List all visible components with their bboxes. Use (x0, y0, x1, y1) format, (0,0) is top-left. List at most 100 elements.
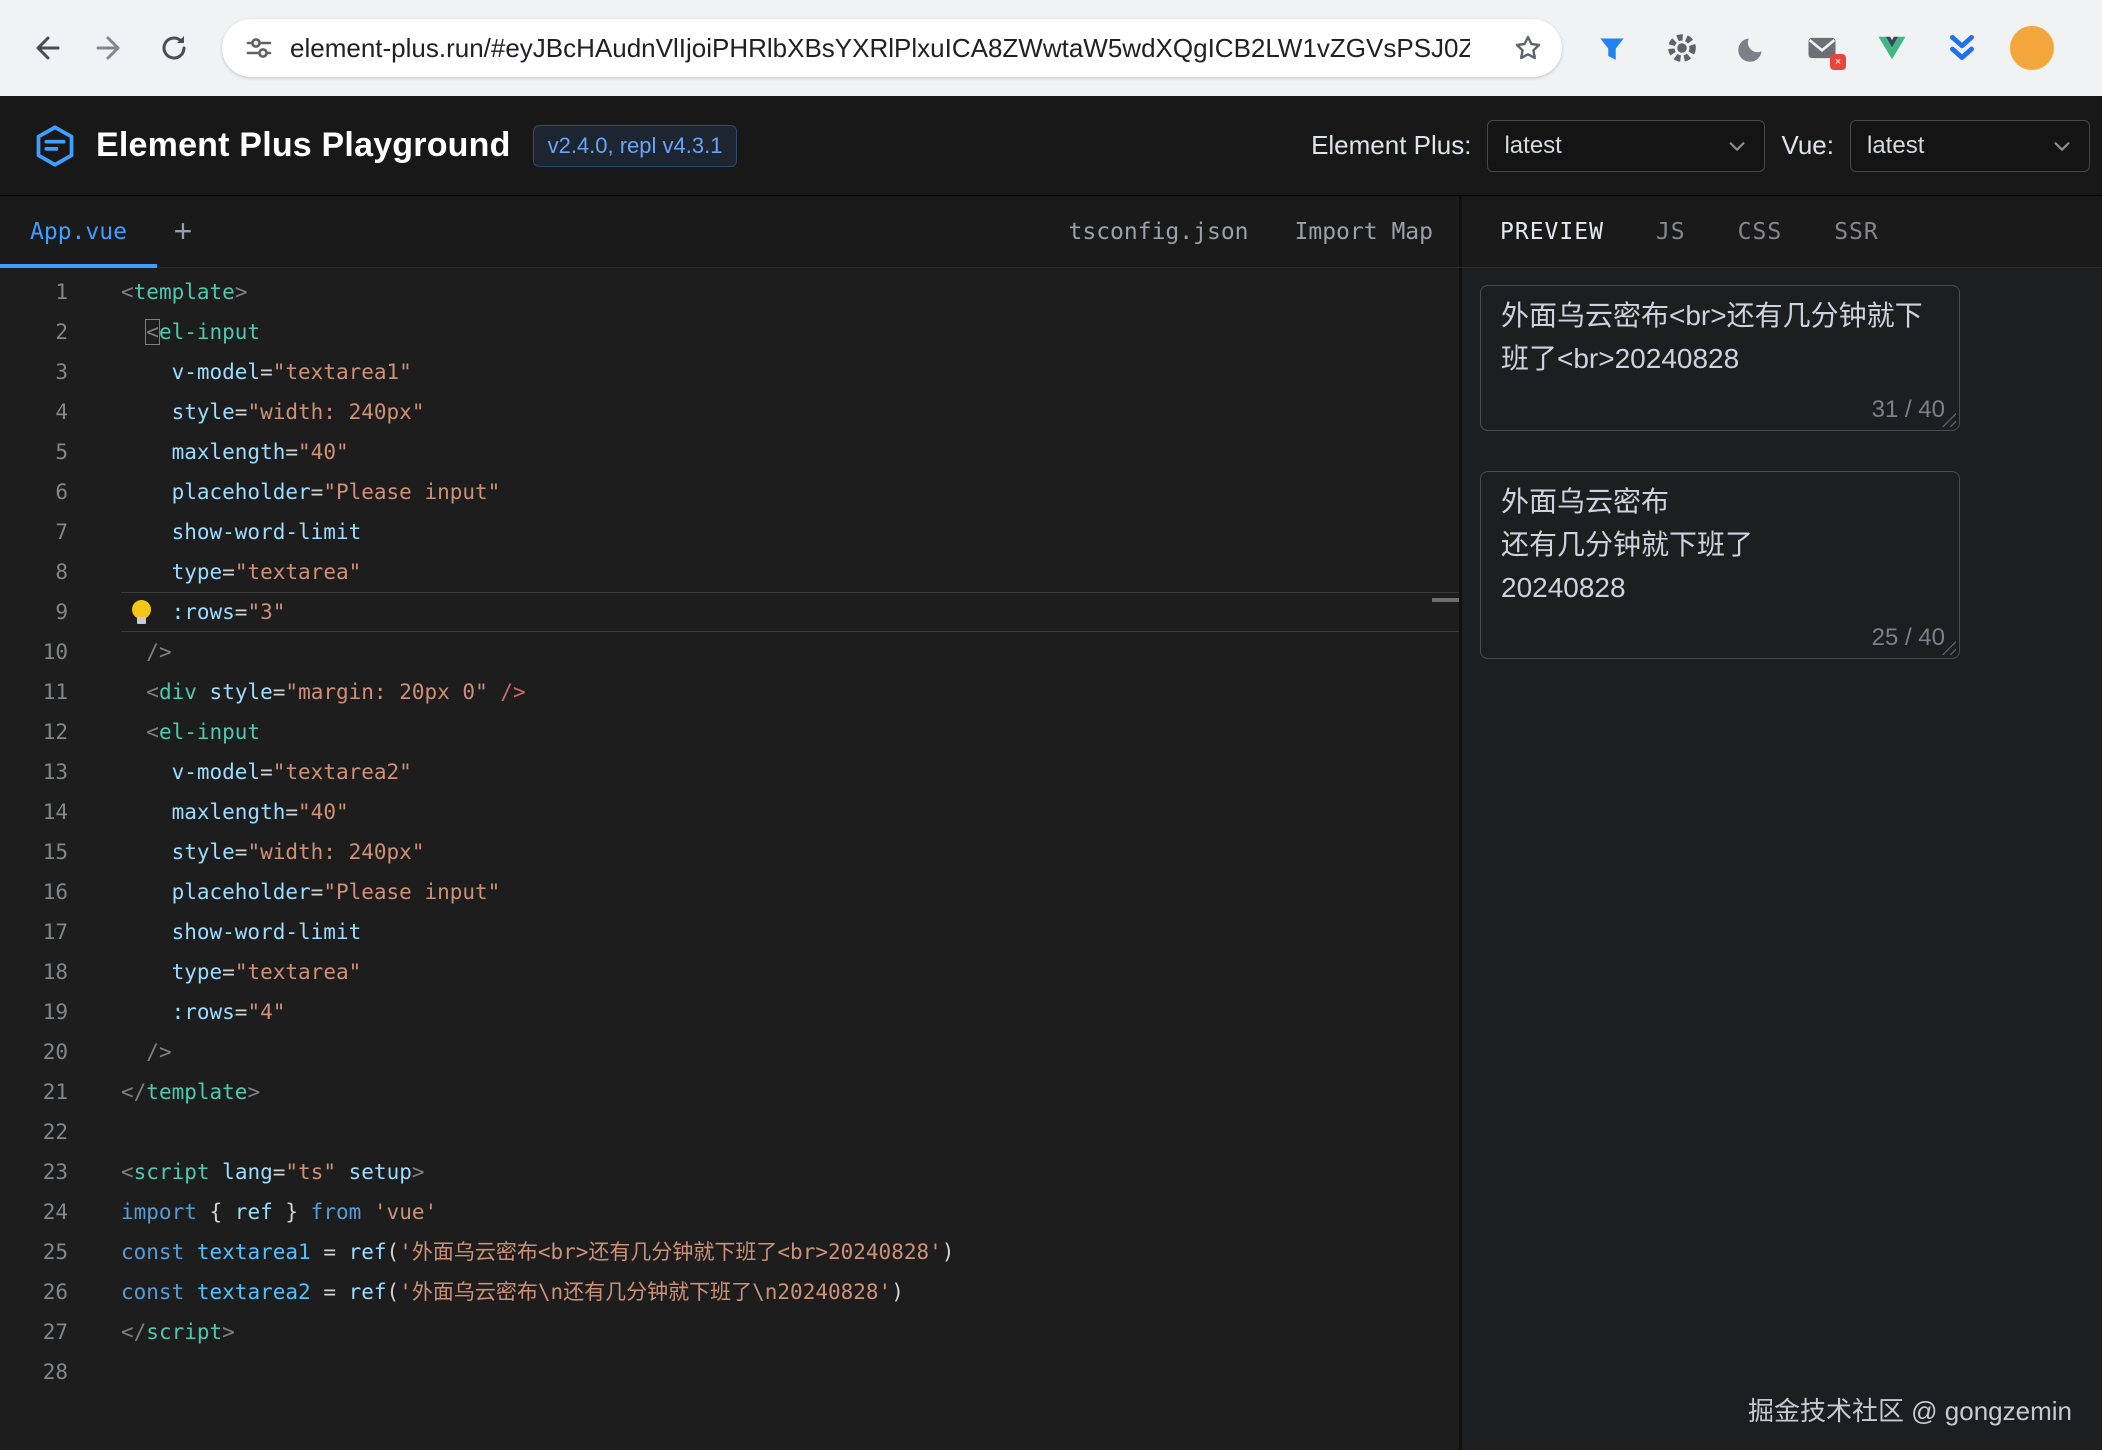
line-number: 6 (0, 480, 68, 504)
tab-ssr[interactable]: SSR (1808, 196, 1905, 267)
code-line[interactable]: 1<template> (0, 272, 1459, 312)
add-file-button[interactable]: + (157, 196, 209, 267)
element-plus-version-select[interactable]: latest (1487, 120, 1765, 172)
moon-icon (1735, 31, 1769, 65)
version-controls: Element Plus: latest Vue: latest (1311, 120, 2102, 172)
code-line[interactable]: 18 type="textarea" (0, 952, 1459, 992)
tab-css[interactable]: CSS (1712, 196, 1809, 267)
code-line[interactable]: 21</template> (0, 1072, 1459, 1112)
element-plus-version-value: latest (1504, 132, 1561, 160)
word-limit-count: 31 / 40 (1872, 396, 1945, 424)
code-line[interactable]: 6 placeholder="Please input" (0, 472, 1459, 512)
textarea-1-value[interactable]: 外面乌云密布<br>还有几分钟就下班了<br>20240828 (1481, 286, 1959, 388)
textarea-2-value[interactable]: 外面乌云密布 还有几分钟就下班了 20240828 (1481, 472, 1959, 617)
mail-extension-button[interactable]: × (1800, 26, 1844, 70)
gear-extension-button[interactable] (1660, 26, 1704, 70)
code-line[interactable]: 10 /> (0, 632, 1459, 672)
code-line[interactable]: 24import { ref } from 'vue' (0, 1192, 1459, 1232)
bookmark-button[interactable] (1512, 32, 1544, 69)
line-number: 7 (0, 520, 68, 544)
dark-mode-extension-button[interactable] (1730, 26, 1774, 70)
code-line[interactable]: 19 :rows="4" (0, 992, 1459, 1032)
code-line[interactable]: 8 type="textarea" (0, 552, 1459, 592)
tab-js[interactable]: JS (1630, 196, 1712, 267)
vue-version-select[interactable]: latest (1850, 120, 2090, 172)
funnel-icon (1595, 31, 1629, 65)
code-line[interactable]: 5 maxlength="40" (0, 432, 1459, 472)
line-number: 12 (0, 720, 68, 744)
funnel-extension-button[interactable] (1590, 26, 1634, 70)
vue-version-label: Vue: (1781, 130, 1834, 161)
site-info-tune-icon (244, 33, 274, 63)
line-number: 11 (0, 680, 68, 704)
line-number: 19 (0, 1000, 68, 1024)
reload-icon (158, 32, 190, 64)
download-extension-button[interactable] (1940, 26, 1984, 70)
code-line[interactable]: 20 /> (0, 1032, 1459, 1072)
code-line[interactable]: 7 show-word-limit (0, 512, 1459, 552)
tab-label: SSR (1834, 219, 1879, 245)
tab-label: App.vue (30, 219, 127, 245)
line-number: 15 (0, 840, 68, 864)
vue-devtools-button[interactable] (1870, 26, 1914, 70)
code-line[interactable]: 9 :rows="3" (0, 592, 1459, 632)
back-button[interactable] (18, 20, 74, 76)
line-number: 22 (0, 1120, 68, 1144)
code-line[interactable]: 13 v-model="textarea2" (0, 752, 1459, 792)
profile-avatar[interactable] (2010, 26, 2054, 70)
tab-label: CSS (1738, 219, 1783, 245)
import-map-link[interactable]: Import Map (1295, 219, 1433, 245)
code-line[interactable]: 3 v-model="textarea1" (0, 352, 1459, 392)
mail-badge: × (1830, 54, 1846, 70)
code-line[interactable]: 2 <el-input (0, 312, 1459, 352)
url-text[interactable]: element-plus.run/#eyJBcHAudnVlIjoiPHRlbX… (290, 33, 1470, 64)
vue-logo-icon (1874, 30, 1910, 66)
code-line[interactable]: 22 (0, 1112, 1459, 1152)
back-arrow-icon (30, 32, 62, 64)
textarea-2[interactable]: 外面乌云密布 还有几分钟就下班了 20240828 25 / 40 (1480, 471, 1960, 659)
code-line[interactable]: 4 style="width: 240px" (0, 392, 1459, 432)
code-line[interactable]: 14 maxlength="40" (0, 792, 1459, 832)
preview-pane: 外面乌云密布<br>还有几分钟就下班了<br>20240828 31 / 40 … (1462, 268, 2102, 1450)
code-line[interactable]: 26const textarea2 = ref('外面乌云密布\n还有几分钟就下… (0, 1272, 1459, 1312)
address-bar[interactable]: element-plus.run/#eyJBcHAudnVlIjoiPHRlbX… (222, 19, 1562, 77)
chevron-down-icon (2051, 135, 2073, 157)
code-line[interactable]: 25const textarea1 = ref('外面乌云密布<br>还有几分钟… (0, 1232, 1459, 1272)
gear-icon (1665, 31, 1699, 65)
credit-link[interactable]: 掘金技术社区 @ gongzemin (1748, 1391, 2072, 1428)
quick-fix-lightbulb-icon[interactable] (132, 600, 151, 619)
code-line[interactable]: 23<script lang="ts" setup> (0, 1152, 1459, 1192)
line-number: 10 (0, 640, 68, 664)
code-line[interactable]: 15 style="width: 240px" (0, 832, 1459, 872)
code-line[interactable]: 17 show-word-limit (0, 912, 1459, 952)
code-line[interactable]: 27</script> (0, 1312, 1459, 1352)
line-number: 18 (0, 960, 68, 984)
version-badge: v2.4.0, repl v4.3.1 (533, 125, 738, 167)
file-tabs: App.vue + tsconfig.json Import Map (0, 196, 1459, 267)
tab-preview[interactable]: PREVIEW (1474, 196, 1630, 267)
line-number: 13 (0, 760, 68, 784)
extension-icons: × (1590, 26, 2054, 70)
forward-button[interactable] (82, 20, 138, 76)
line-number: 17 (0, 920, 68, 944)
line-number: 14 (0, 800, 68, 824)
reload-button[interactable] (146, 20, 202, 76)
code-editor[interactable]: 1<template>2 <el-input3 v-model="textare… (0, 268, 1459, 1450)
line-number: 8 (0, 560, 68, 584)
code-line[interactable]: 28 (0, 1352, 1459, 1392)
line-number: 23 (0, 1160, 68, 1184)
forward-arrow-icon (94, 32, 126, 64)
tab-app-vue[interactable]: App.vue (0, 196, 157, 267)
line-number: 1 (0, 280, 68, 304)
textarea-1[interactable]: 外面乌云密布<br>还有几分钟就下班了<br>20240828 31 / 40 (1480, 285, 1960, 431)
line-number: 4 (0, 400, 68, 424)
code-line[interactable]: 12 <el-input (0, 712, 1459, 752)
code-line[interactable]: 16 placeholder="Please input" (0, 872, 1459, 912)
page-title: Element Plus Playground (96, 126, 511, 165)
line-number: 16 (0, 880, 68, 904)
word-limit-count: 25 / 40 (1872, 624, 1945, 652)
tsconfig-link[interactable]: tsconfig.json (1069, 219, 1249, 245)
code-line[interactable]: 11 <div style="margin: 20px 0" /> (0, 672, 1459, 712)
site-info-button[interactable] (244, 33, 274, 63)
tab-bar: App.vue + tsconfig.json Import Map PREVI… (0, 196, 2102, 268)
